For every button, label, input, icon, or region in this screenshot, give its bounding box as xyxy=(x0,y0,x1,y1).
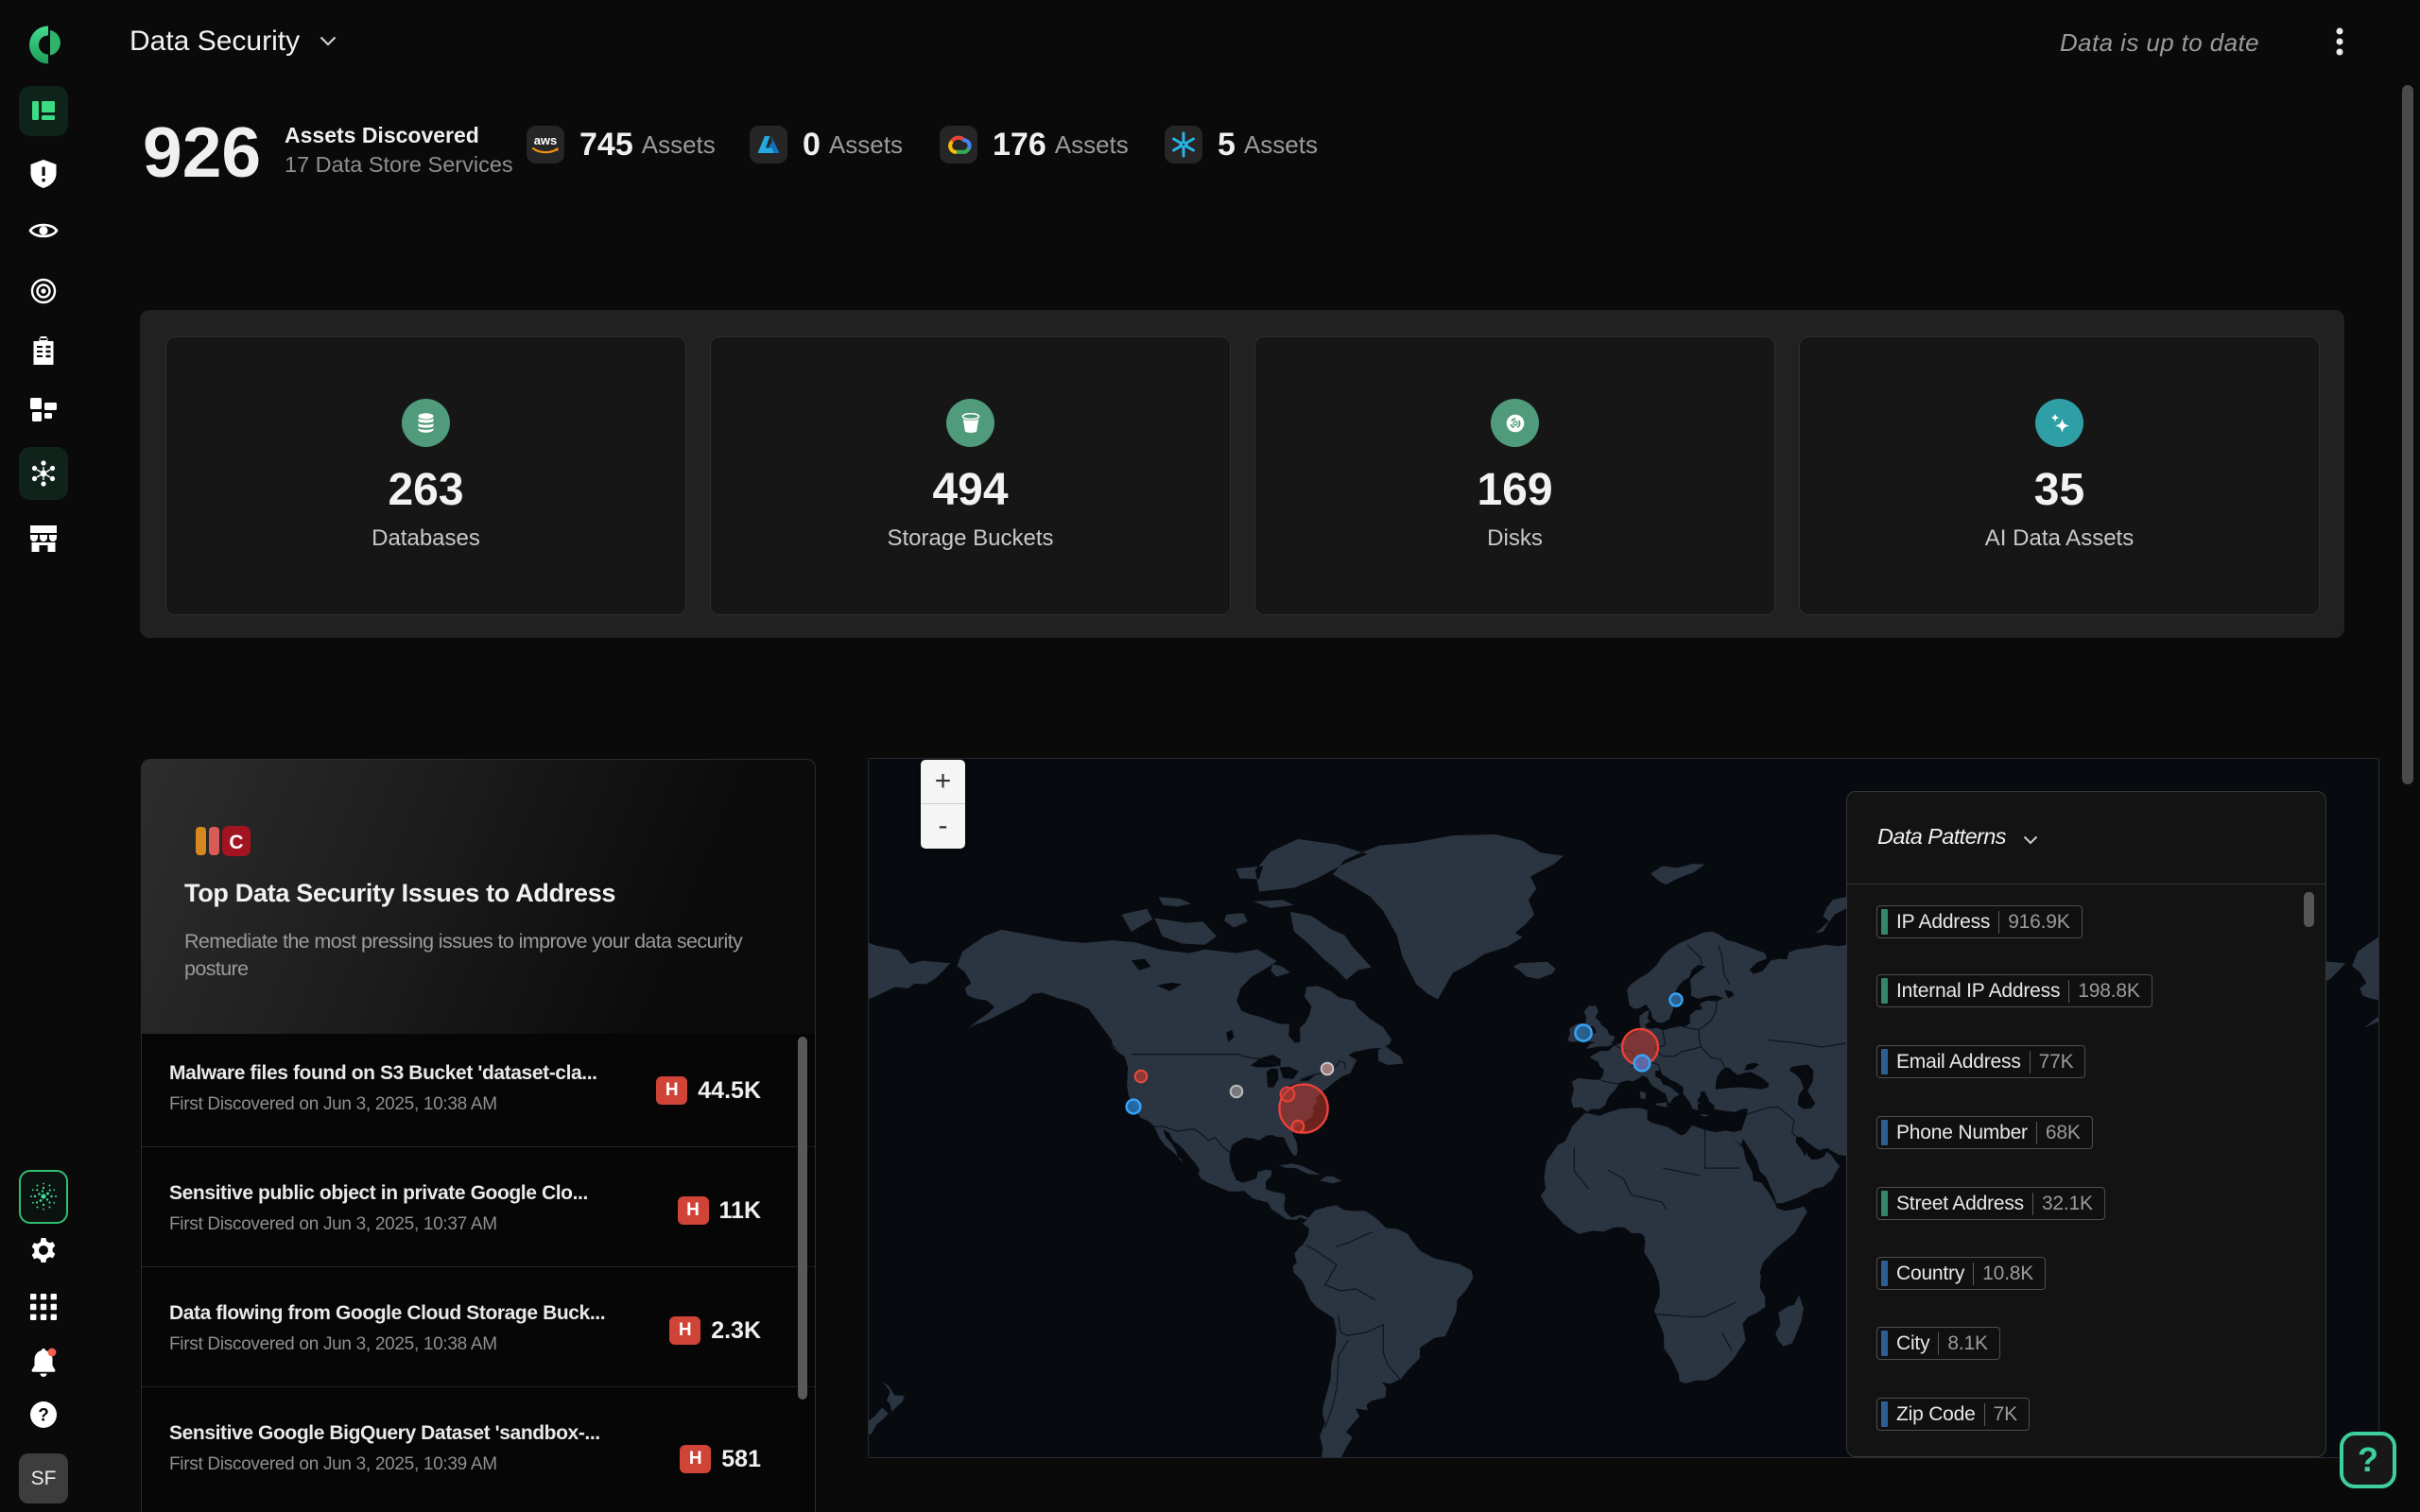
svg-text:aws: aws xyxy=(534,133,558,147)
svg-text:C: C xyxy=(229,832,243,853)
svg-text:?: ? xyxy=(38,1406,49,1426)
